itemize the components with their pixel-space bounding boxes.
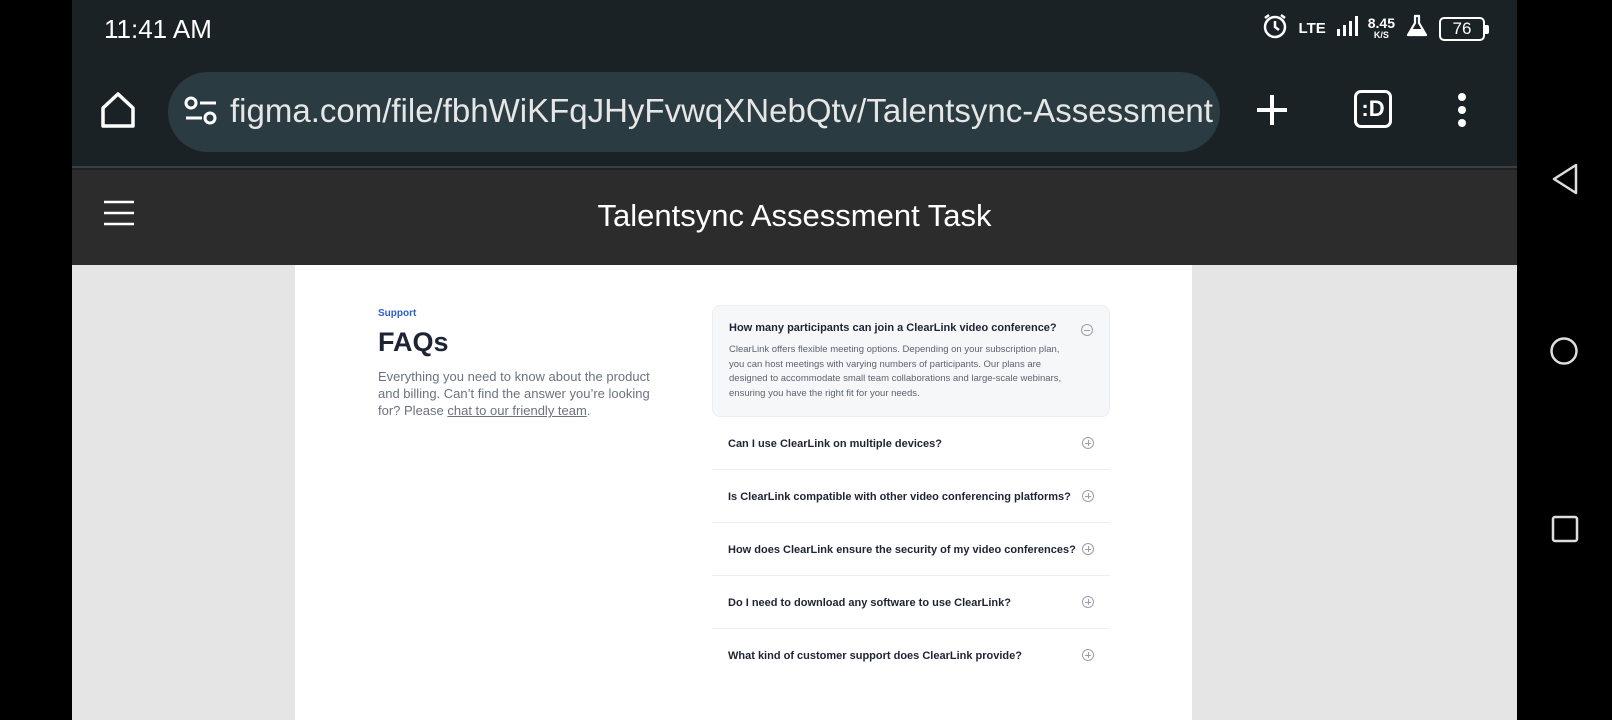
clock: 11:41 AM bbox=[104, 14, 212, 44]
expand-icon[interactable] bbox=[1082, 596, 1094, 608]
faq-question: Do I need to download any software to us… bbox=[728, 597, 1011, 609]
recents-button[interactable] bbox=[1551, 515, 1579, 548]
address-bar[interactable]: figma.com/file/fbhWiKFqJHyFvwqXNebQtv/Ta… bbox=[168, 72, 1220, 152]
faq-item[interactable]: Can I use ClearLink on multiple devices? bbox=[712, 417, 1110, 470]
back-triangle-icon bbox=[1552, 163, 1578, 195]
expand-icon[interactable] bbox=[1082, 490, 1094, 502]
signal-icon bbox=[1336, 15, 1358, 42]
faq-item[interactable]: What kind of customer support does Clear… bbox=[712, 629, 1110, 682]
faq-item[interactable]: Is ClearLink compatible with other video… bbox=[712, 470, 1110, 523]
faq-question: What kind of customer support does Clear… bbox=[728, 650, 1022, 662]
home-icon bbox=[101, 92, 135, 128]
status-bar: 11:41 AM LTE 8.45 K/S 76 bbox=[72, 0, 1517, 56]
network-speed: 8.45 K/S bbox=[1368, 16, 1395, 41]
home-nav-button[interactable] bbox=[1549, 336, 1579, 371]
recents-square-icon bbox=[1551, 515, 1579, 543]
home-button[interactable] bbox=[98, 88, 138, 132]
faq-item[interactable]: How does ClearLink ensure the security o… bbox=[712, 523, 1110, 576]
more-vert-icon bbox=[1458, 93, 1466, 127]
menu-button[interactable] bbox=[1450, 90, 1474, 130]
faq-question: Can I use ClearLink on multiple devices? bbox=[728, 438, 942, 450]
file-title: Talentsync Assessment Task bbox=[597, 198, 992, 233]
plus-icon bbox=[1257, 95, 1287, 125]
chat-link[interactable]: chat to our friendly team bbox=[447, 403, 586, 418]
system-nav-bar bbox=[1517, 0, 1612, 720]
faq-frame: Support FAQs Everything you need to know… bbox=[295, 265, 1192, 720]
back-button[interactable] bbox=[1550, 162, 1580, 201]
expand-icon[interactable] bbox=[1082, 543, 1094, 555]
collapse-icon[interactable] bbox=[1081, 324, 1093, 336]
site-settings-icon[interactable] bbox=[184, 96, 218, 131]
battery-indicator: 76 bbox=[1439, 16, 1489, 41]
phone-screen: 11:41 AM LTE 8.45 K/S 76 figma.com/file/… bbox=[72, 0, 1517, 720]
alarm-icon bbox=[1261, 12, 1289, 45]
faq-item-expanded[interactable]: How many participants can join a ClearLi… bbox=[712, 305, 1110, 417]
figma-header: Talentsync Assessment Task bbox=[72, 170, 1517, 265]
battery-level: 76 bbox=[1452, 18, 1472, 38]
faq-list: How many participants can join a ClearLi… bbox=[712, 305, 1110, 682]
page-title: FAQs bbox=[378, 327, 449, 357]
faq-question: How many participants can join a ClearLi… bbox=[729, 322, 1057, 334]
description-end: . bbox=[586, 403, 591, 418]
status-icons: LTE 8.45 K/S 76 bbox=[1261, 12, 1489, 45]
faq-answer: ClearLink offers flexible meeting option… bbox=[729, 344, 1062, 399]
faq-question: How does ClearLink ensure the security o… bbox=[728, 544, 1076, 556]
eyebrow-label: Support bbox=[378, 308, 417, 319]
browser-toolbar: figma.com/file/fbhWiKFqJHyFvwqXNebQtv/Ta… bbox=[72, 56, 1517, 168]
tab-switcher-button[interactable]: :D bbox=[1354, 90, 1392, 128]
flask-icon bbox=[1405, 14, 1429, 43]
faq-item[interactable]: Do I need to download any software to us… bbox=[712, 576, 1110, 629]
new-tab-button[interactable] bbox=[1252, 90, 1292, 130]
faq-question: Is ClearLink compatible with other video… bbox=[728, 491, 1071, 503]
network-type: LTE bbox=[1298, 20, 1326, 37]
home-circle-icon bbox=[1550, 337, 1578, 365]
expand-icon[interactable] bbox=[1082, 437, 1094, 449]
url-text[interactable]: figma.com/file/fbhWiKFqJHyFvwqXNebQtv/Ta… bbox=[230, 92, 1215, 130]
figma-canvas[interactable]: Support FAQs Everything you need to know… bbox=[72, 265, 1517, 720]
faq-description: Everything you need to know about the pr… bbox=[378, 368, 668, 419]
expand-icon[interactable] bbox=[1082, 649, 1094, 661]
